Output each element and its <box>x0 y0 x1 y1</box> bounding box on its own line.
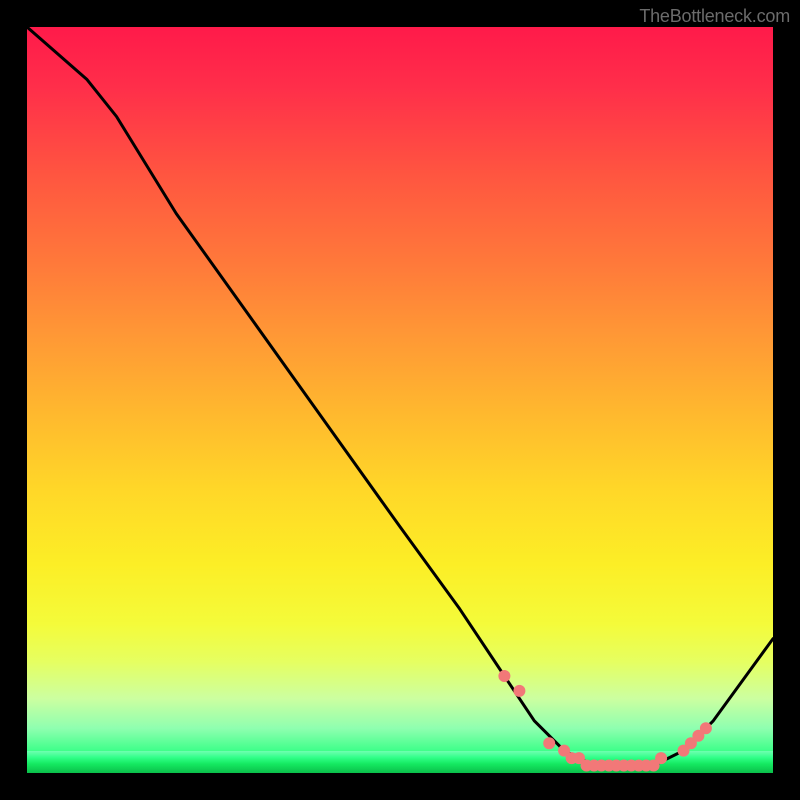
highlight-dot <box>513 685 525 697</box>
curve-layer <box>27 27 773 773</box>
highlight-dot <box>655 752 667 764</box>
plot-area <box>27 27 773 773</box>
highlight-dot <box>700 722 712 734</box>
bottleneck-curve <box>27 27 773 766</box>
watermark-text: TheBottleneck.com <box>639 6 790 27</box>
chart-container: TheBottleneck.com <box>0 0 800 800</box>
highlight-dot <box>543 737 555 749</box>
highlight-dots <box>498 670 712 772</box>
highlight-dot <box>498 670 510 682</box>
